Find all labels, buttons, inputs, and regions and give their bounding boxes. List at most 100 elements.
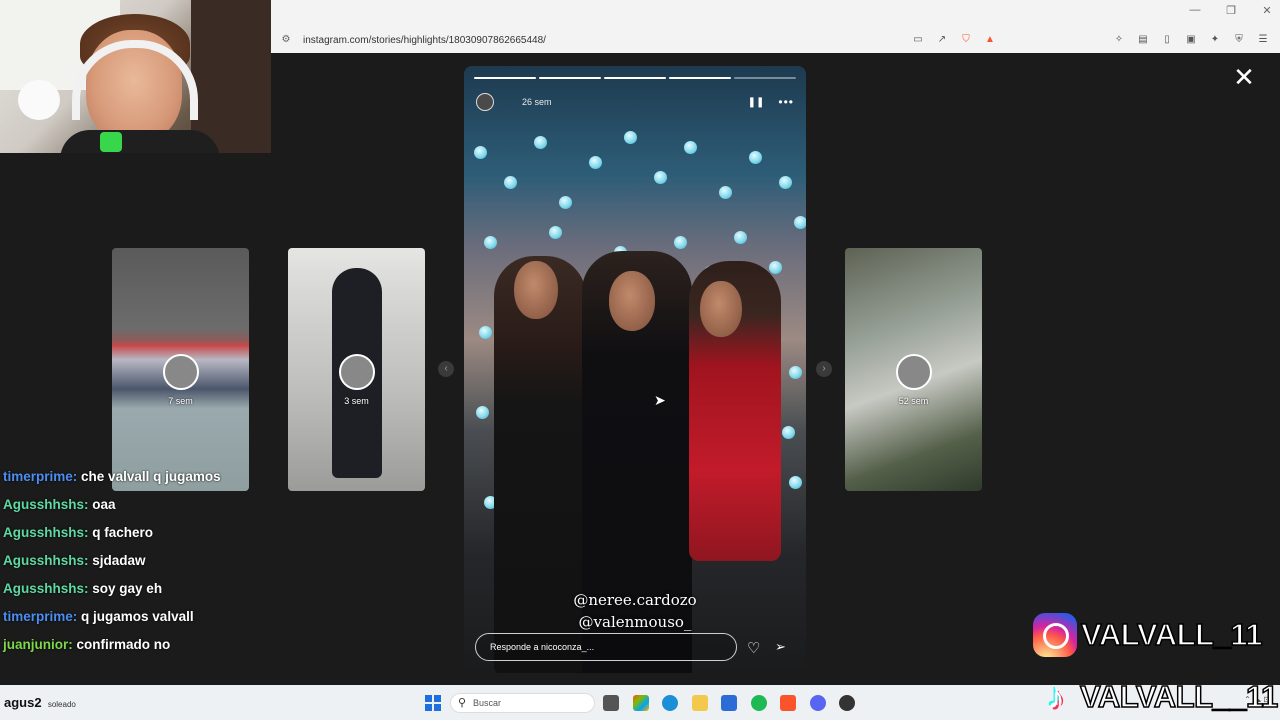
story-author-avatar[interactable]: [476, 93, 494, 111]
light-bulb: [749, 151, 762, 164]
chat-text: sjdadaw: [92, 553, 146, 568]
minimize-icon[interactable]: —: [1188, 4, 1202, 17]
light-bulb: [684, 141, 697, 154]
light-bulb: [794, 216, 806, 229]
chat-username[interactable]: juanjunior:: [3, 637, 73, 652]
brave-shield-icon[interactable]: ⛉: [959, 33, 973, 47]
progress-segment: [474, 77, 536, 79]
close-window-icon[interactable]: ✕: [1260, 4, 1274, 17]
chat-text: q fachero: [92, 525, 154, 540]
chat-username[interactable]: Agusshhshs:: [3, 553, 89, 568]
copilot-icon[interactable]: [633, 695, 649, 711]
discord-icon[interactable]: [810, 695, 826, 711]
photo-face-right: [700, 281, 742, 337]
browser-toolbar: — ❐ ✕ ⚙ instagram.com/stories/highlights…: [271, 0, 1280, 53]
progress-segment: [604, 77, 666, 79]
stream-chat: timerprime: che valvall q jugamos Agusshh…: [3, 466, 243, 662]
story-header: 26 sem ❚❚ •••: [476, 92, 794, 112]
brave-rewards-icon[interactable]: ▲: [983, 33, 997, 47]
send-icon[interactable]: ➢: [775, 639, 786, 655]
progress-segment: [734, 77, 796, 79]
story-preview-prev-1[interactable]: 3 sem: [288, 248, 425, 491]
chat-username[interactable]: timerprime:: [3, 469, 77, 484]
weather-widget[interactable]: agus2 soleado: [4, 695, 76, 710]
chat-username[interactable]: Agusshhshs:: [3, 525, 89, 540]
tiktok-handle: VALVALL__11: [1079, 678, 1279, 715]
light-bulb: [504, 176, 517, 189]
progress-segment: [539, 77, 601, 79]
maximize-icon[interactable]: ❐: [1224, 4, 1238, 17]
reader-icon[interactable]: ▤: [1136, 33, 1150, 47]
sidebar-icon[interactable]: ▯: [1160, 33, 1174, 47]
spotify-icon[interactable]: [751, 695, 767, 711]
mouse-cursor-icon: ➤: [654, 392, 666, 408]
current-story[interactable]: 26 sem ❚❚ ••• @neree.cardozo @valenmouso…: [464, 66, 806, 673]
chat-text: q jugamos valvall: [81, 609, 194, 624]
instagram-logo-icon: [1033, 613, 1077, 657]
share-icon[interactable]: ↗: [935, 33, 949, 47]
like-heart-icon[interactable]: ♡: [747, 639, 760, 657]
light-bulb: [782, 426, 795, 439]
edge-icon[interactable]: [662, 695, 678, 711]
light-bulb: [559, 196, 572, 209]
leo-icon[interactable]: ✦: [1208, 33, 1222, 47]
start-button-icon[interactable]: [425, 695, 441, 711]
progress-segment: [669, 77, 731, 79]
light-bulb: [789, 366, 802, 379]
pause-icon[interactable]: ❚❚: [748, 97, 765, 108]
vpn-icon[interactable]: ⛨: [1232, 33, 1246, 47]
extensions-icon[interactable]: ✧: [1112, 33, 1126, 47]
photo-face-center: [609, 271, 655, 331]
chat-message: juanjunior: confirmado no: [3, 634, 243, 655]
story-time: 7 sem: [168, 396, 193, 406]
next-story-arrow-icon[interactable]: ›: [816, 361, 832, 377]
wallet-icon[interactable]: ▣: [1184, 33, 1198, 47]
chat-text: oaa: [92, 497, 116, 512]
chat-message: Agusshhshs: sjdadaw: [3, 550, 243, 571]
webcam-shelf: [191, 0, 271, 153]
story-time: 3 sem: [344, 396, 369, 406]
story-mention[interactable]: @valenmouso_: [464, 613, 806, 631]
menu-icon[interactable]: ☰: [1256, 33, 1270, 47]
address-bar-actions: ▭ ↗ ⛉ ▲: [911, 33, 997, 47]
light-bulb: [474, 146, 487, 159]
tiktok-logo-icon: ♪: [1047, 678, 1065, 716]
site-info-icon[interactable]: ⚙: [279, 33, 293, 47]
chat-username[interactable]: timerprime:: [3, 609, 77, 624]
streamer-shirt: [60, 130, 220, 153]
file-explorer-icon[interactable]: [692, 695, 708, 711]
store-icon[interactable]: [721, 695, 737, 711]
light-bulb: [654, 171, 667, 184]
more-options-icon[interactable]: •••: [778, 95, 794, 109]
chat-message: timerprime: che valvall q jugamos: [3, 466, 243, 487]
app-icon[interactable]: [839, 695, 855, 711]
story-time: 26 sem: [522, 97, 552, 107]
story-mention[interactable]: @neree.cardozo: [464, 591, 806, 609]
story-reply-input[interactable]: Responde a nicoconza_...: [475, 633, 737, 661]
story-preview-prev-2[interactable]: 7 sem: [112, 248, 249, 491]
photo-face-left: [514, 261, 558, 319]
light-bulb: [769, 261, 782, 274]
chat-message: Agusshhshs: soy gay eh: [3, 578, 243, 599]
brave-icon[interactable]: [780, 695, 796, 711]
light-bulb: [549, 226, 562, 239]
cast-icon[interactable]: ▭: [911, 33, 925, 47]
chat-message: timerprime: q jugamos valvall: [3, 606, 243, 627]
streamer-mic: [100, 132, 122, 152]
task-view-icon[interactable]: [603, 695, 619, 711]
chat-username[interactable]: Agusshhshs:: [3, 497, 89, 512]
light-bulb: [534, 136, 547, 149]
close-stories-icon[interactable]: ✕: [1233, 64, 1255, 90]
light-bulb: [589, 156, 602, 169]
story-preview-next[interactable]: 52 sem: [845, 248, 982, 491]
url-text[interactable]: instagram.com/stories/highlights/1803090…: [303, 35, 546, 46]
chat-username[interactable]: Agusshhshs:: [3, 581, 89, 596]
previous-story-arrow-icon[interactable]: ‹: [438, 361, 454, 377]
light-bulb: [674, 236, 687, 249]
webcam-skull-figure: [18, 80, 60, 120]
light-bulb: [484, 236, 497, 249]
chat-message: Agusshhshs: q fachero: [3, 522, 243, 543]
story-time: 52 sem: [898, 396, 929, 406]
taskbar-search[interactable]: Buscar: [450, 693, 595, 713]
instagram-handle-tag: VALVALL_11: [1033, 613, 1263, 657]
